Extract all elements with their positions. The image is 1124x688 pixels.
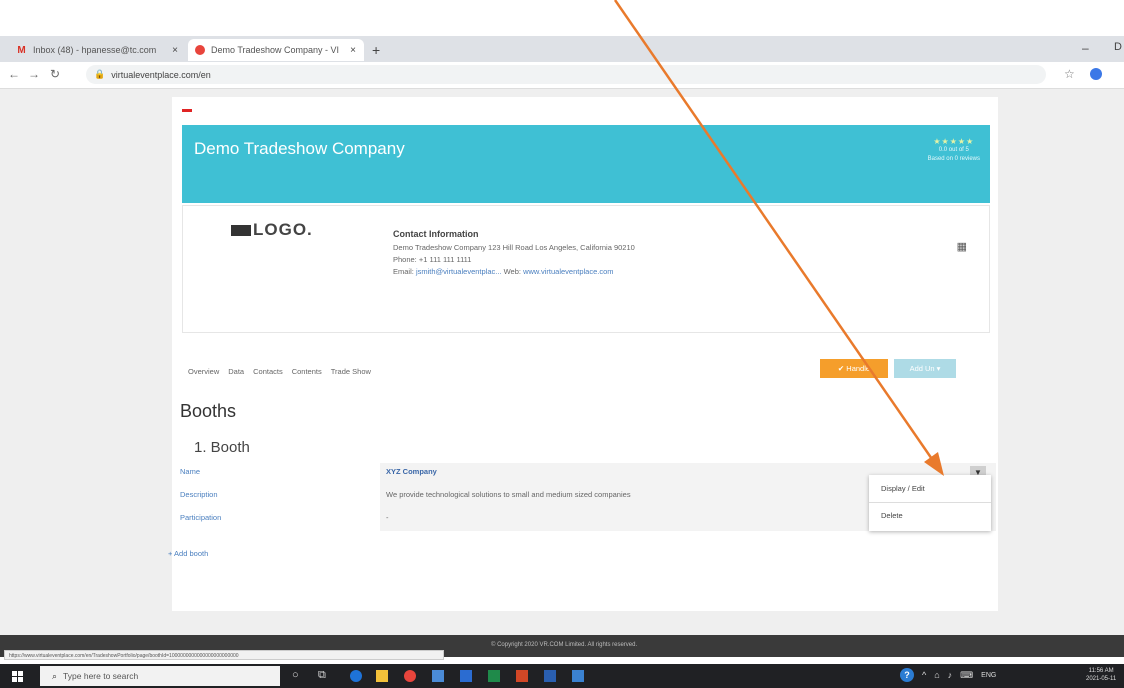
contact-information: Contact Information Demo Tradeshow Compa… <box>393 228 635 278</box>
window-control-label[interactable]: D <box>1114 41 1122 53</box>
excel-icon[interactable] <box>488 670 500 682</box>
close-tab-icon[interactable]: × <box>348 45 358 56</box>
logo-text: LOGO. <box>253 220 313 239</box>
company-banner: Demo Tradeshow Company ★★★★★ 0.0 out of … <box>182 125 990 203</box>
menu-item-delete[interactable]: Delete <box>881 511 903 520</box>
contact-title: Contact Information <box>393 229 479 239</box>
status-bar-url: https://www.virtualeventplace.com/en/Tra… <box>4 650 444 660</box>
help-icon[interactable]: ? <box>900 668 914 682</box>
page-background: Demo Tradeshow Company ★★★★★ 0.0 out of … <box>0 89 1124 635</box>
bookmark-star-icon[interactable]: ☆ <box>1064 67 1075 81</box>
company-title: Demo Tradeshow Company <box>194 139 405 158</box>
cortana-icon[interactable]: ○ <box>292 669 299 681</box>
tab-overview[interactable]: Overview <box>188 367 219 376</box>
rating-value: 0.0 out of 5 <box>938 147 969 153</box>
windows-taskbar: ⌕ Type here to search ○ ⧉ ? ^ ⌂ ♪ ⌨ ENG … <box>0 664 1124 688</box>
booths-heading: Booths <box>180 401 237 421</box>
edge-icon[interactable] <box>350 670 362 682</box>
email-link[interactable]: jsmith@virtualeventplac... <box>416 267 502 276</box>
screenshot-top-margin <box>0 0 1124 36</box>
add-dropdown-button[interactable]: Add Un ▾ <box>894 359 956 378</box>
mail-icon[interactable] <box>572 670 584 682</box>
contact-address: Demo Tradeshow Company 123 Hill Road Los… <box>393 243 635 252</box>
field-label-description: Description <box>180 490 218 499</box>
tab-title: Demo Tradeshow Company - VI <box>211 45 340 55</box>
profile-tabs: Overview Data Contacts Contents Trade Sh… <box>188 367 371 376</box>
field-value-description: We provide technological solutions to sm… <box>386 490 631 499</box>
gmail-icon: M <box>17 44 26 56</box>
tab-demo-tradeshow[interactable]: Demo Tradeshow Company - VI × <box>188 39 364 61</box>
reload-icon[interactable]: ↻ <box>50 67 60 81</box>
close-tab-icon[interactable]: × <box>170 45 180 56</box>
company-profile-card: Demo Tradeshow Company ★★★★★ 0.0 out of … <box>168 97 998 611</box>
volume-icon[interactable]: ♪ <box>948 670 953 680</box>
logo-mark-icon <box>231 224 251 236</box>
extension-icon[interactable] <box>1090 68 1102 80</box>
store-icon[interactable] <box>432 670 444 682</box>
handle-button[interactable]: ✔ Handle <box>820 359 888 378</box>
contact-phone: Phone: +1 111 111 1111 <box>393 255 472 264</box>
contact-info-box: LOGO. Contact Information Demo Tradeshow… <box>182 205 990 333</box>
booth-subheading: 1. Booth <box>194 439 250 456</box>
email-label: Email: <box>393 267 414 276</box>
browser-tab-strip: M Inbox (48) - hpanesse@tc.com × Demo Tr… <box>0 36 1124 62</box>
tab-title: Inbox (48) - hpanesse@tc.com <box>33 45 157 55</box>
lock-icon: 🔒 <box>94 69 106 79</box>
field-label-participation: Participation <box>180 513 222 522</box>
keyboard-icon[interactable]: ⌨ <box>960 670 973 681</box>
company-logo: LOGO. <box>231 220 313 240</box>
tab-trade-show[interactable]: Trade Show <box>331 367 371 376</box>
tab-data[interactable]: Data <box>228 367 244 376</box>
web-label: Web: <box>503 267 521 276</box>
url-input[interactable]: 🔒 virtualeventplace.com/en <box>86 65 1046 84</box>
copyright-text: © Copyright 2020 VR.COM Limited. All rig… <box>491 642 638 648</box>
windows-start-icon[interactable] <box>12 671 23 682</box>
url-text: virtualeventplace.com/en <box>111 69 211 80</box>
file-explorer-icon[interactable] <box>376 670 388 682</box>
network-icon[interactable]: ⌂ <box>934 670 939 680</box>
clock-time: 11:56 AM <box>1088 668 1114 674</box>
outlook-icon[interactable] <box>460 670 472 682</box>
rating-block: ★★★★★ 0.0 out of 5 Based on 0 reviews <box>928 137 980 164</box>
booth-actions-dropdown: Display / Edit Delete <box>869 475 991 531</box>
system-tray: ? ^ ⌂ ♪ ⌨ ENG <box>900 668 996 682</box>
taskbar-clock[interactable]: 11:56 AM 2021-05-11 <box>1086 667 1116 683</box>
web-link[interactable]: www.virtualeventplace.com <box>523 267 613 276</box>
powerpoint-icon[interactable] <box>516 670 528 682</box>
tab-contents[interactable]: Contents <box>292 367 322 376</box>
clock-date: 2021-05-11 <box>1086 676 1117 682</box>
tray-expand-icon[interactable]: ^ <box>922 670 926 680</box>
menu-divider <box>869 502 991 503</box>
language-indicator[interactable]: ENG <box>981 672 996 679</box>
new-tab-button[interactable]: + <box>372 42 380 58</box>
tab-contacts[interactable]: Contacts <box>253 367 283 376</box>
red-accent-mark <box>182 109 192 112</box>
taskbar-search-box[interactable]: ⌕ Type here to search <box>40 666 280 686</box>
minimize-window-button[interactable]: – <box>1082 41 1089 55</box>
chrome-icon[interactable] <box>404 670 416 682</box>
forward-arrow-icon[interactable]: → <box>28 67 40 81</box>
field-label-name: Name <box>180 467 201 476</box>
contact-email-web-line: Email: jsmith@virtualeventplac... Web: w… <box>393 266 635 278</box>
qr-grid-icon[interactable]: ▦ <box>957 240 967 253</box>
back-arrow-icon[interactable]: ← <box>8 67 20 81</box>
rating-stars-icon: ★★★★★ <box>933 137 975 146</box>
rating-reviews-link[interactable]: Based on 0 reviews <box>928 155 980 164</box>
menu-item-display-edit[interactable]: Display / Edit <box>881 484 925 493</box>
search-icon: ⌕ <box>52 670 58 681</box>
field-value-participation: - <box>386 513 389 522</box>
tab-gmail[interactable]: M Inbox (48) - hpanesse@tc.com × <box>10 39 186 61</box>
add-booth-link[interactable]: + Add booth <box>168 549 208 558</box>
site-icon <box>194 45 205 56</box>
task-view-icon[interactable]: ⧉ <box>318 669 326 682</box>
address-bar-row: ← → ↻ 🔒 virtualeventplace.com/en ☆ <box>0 62 1124 89</box>
word-icon[interactable] <box>544 670 556 682</box>
search-placeholder: Type here to search <box>63 671 139 681</box>
field-value-name: XYZ Company <box>386 467 437 476</box>
